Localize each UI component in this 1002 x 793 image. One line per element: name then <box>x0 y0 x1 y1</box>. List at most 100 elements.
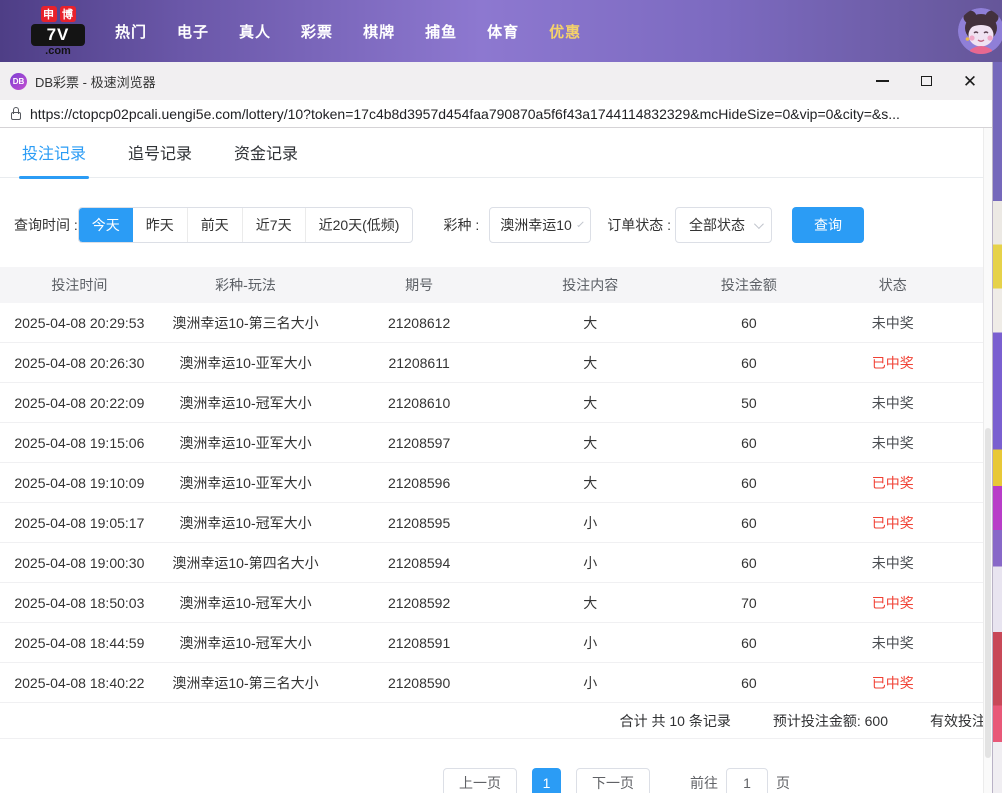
bet-status: 未中奖 <box>823 393 962 413</box>
table-row: 2025-04-08 18:40:22 澳洲幸运10-第三名大小 2120859… <box>0 663 992 703</box>
bet-time: 2025-04-08 19:00:30 <box>0 555 159 571</box>
logo-main: 7V <box>31 24 85 46</box>
next-page-button[interactable]: 下一页 <box>576 768 650 793</box>
address-bar[interactable]: https://ctopcp02pcali.uengi5e.com/lotter… <box>0 100 992 128</box>
close-button[interactable]: ✕ <box>948 62 992 100</box>
goto-page-input[interactable] <box>726 768 768 793</box>
window-controls: ✕ <box>860 62 992 100</box>
game-playtype: 澳洲幸运10-第三名大小 <box>159 673 333 693</box>
time-filter-7days[interactable]: 近7天 <box>242 208 305 242</box>
col-status: 状态 <box>823 275 962 295</box>
lottery-select-value: 澳洲幸运10 <box>500 215 572 235</box>
browser-window: DB DB彩票 - 极速浏览器 ✕ https://ctopcp02pcali.… <box>0 62 993 793</box>
nav-item-live[interactable]: 真人 <box>224 21 286 42</box>
issue-number: 21208596 <box>332 475 506 491</box>
nav-item-promo[interactable]: 优惠 <box>534 21 596 42</box>
time-filter-yesterday[interactable]: 昨天 <box>133 208 187 242</box>
issue-number: 21208612 <box>332 315 506 331</box>
table-row: 2025-04-08 19:05:17 澳洲幸运10-冠军大小 21208595… <box>0 503 992 543</box>
bet-content: 小 <box>506 633 675 653</box>
order-status-select[interactable]: 全部状态 <box>675 207 772 243</box>
bet-status: 已中奖 <box>823 673 962 693</box>
time-filter-today[interactable]: 今天 <box>79 208 133 242</box>
time-filter-2days-ago[interactable]: 前天 <box>187 208 242 242</box>
logo-badges: 申 博 <box>41 6 76 22</box>
table-row: 2025-04-08 19:00:30 澳洲幸运10-第四名大小 2120859… <box>0 543 992 583</box>
minimize-button[interactable] <box>860 62 904 100</box>
tab-bet-records[interactable]: 投注记录 <box>22 140 86 177</box>
nav-item-cards[interactable]: 棋牌 <box>348 21 410 42</box>
current-page-button[interactable]: 1 <box>532 768 561 793</box>
lottery-select[interactable]: 澳洲幸运10 <box>489 207 591 243</box>
time-filter-20days[interactable]: 近20天(低频) <box>305 208 413 242</box>
table-row: 2025-04-08 18:50:03 澳洲幸运10-冠军大小 21208592… <box>0 583 992 623</box>
bet-content: 大 <box>506 593 675 613</box>
col-game-play: 彩种-玩法 <box>159 275 333 295</box>
game-playtype: 澳洲幸运10-第四名大小 <box>159 553 333 573</box>
nav-item-slots[interactable]: 电子 <box>162 21 224 42</box>
col-issue: 期号 <box>332 275 506 295</box>
issue-number: 21208595 <box>332 515 506 531</box>
bet-content: 大 <box>506 393 675 413</box>
avatar-illustration <box>958 8 1002 54</box>
bet-status: 未中奖 <box>823 553 962 573</box>
bet-time: 2025-04-08 19:10:09 <box>0 475 159 491</box>
table-body: 2025-04-08 20:29:53 澳洲幸运10-第三名大小 2120861… <box>0 303 992 703</box>
game-playtype: 澳洲幸运10-亚军大小 <box>159 473 333 493</box>
page-suffix-label: 页 <box>776 773 790 793</box>
browser-titlebar: DB DB彩票 - 极速浏览器 ✕ <box>0 62 992 100</box>
nav-item-lottery[interactable]: 彩票 <box>286 21 348 42</box>
bet-amount: 60 <box>675 635 824 651</box>
bet-status: 未中奖 <box>823 433 962 453</box>
maximize-icon <box>921 76 932 86</box>
background-page-strip <box>993 62 1002 793</box>
tab-fund-records[interactable]: 资金记录 <box>234 140 298 177</box>
bet-amount: 60 <box>675 515 824 531</box>
bet-time: 2025-04-08 19:05:17 <box>0 515 159 531</box>
bet-content: 大 <box>506 313 675 333</box>
screen: 申 博 7V .com 热门 电子 真人 彩票 棋牌 捕鱼 体育 优惠 <box>0 0 1002 793</box>
bet-content: 大 <box>506 433 675 453</box>
chevron-down-icon <box>577 220 584 227</box>
logo-badge-1: 申 <box>41 6 57 22</box>
table-row: 2025-04-08 19:15:06 澳洲幸运10-亚军大小 21208597… <box>0 423 992 463</box>
pagination: 上一页 1 下一页 前往 页 <box>0 768 992 793</box>
scrollbar[interactable] <box>983 128 992 793</box>
site-logo[interactable]: 申 博 7V .com <box>30 6 86 57</box>
bet-time: 2025-04-08 20:22:09 <box>0 395 159 411</box>
game-playtype: 澳洲幸运10-冠军大小 <box>159 593 333 613</box>
user-avatar[interactable] <box>958 8 1002 54</box>
logo-badge-2: 博 <box>60 6 76 22</box>
maximize-button[interactable] <box>904 62 948 100</box>
issue-number: 21208591 <box>332 635 506 651</box>
record-tabs: 投注记录 追号记录 资金记录 <box>0 140 992 178</box>
chevron-down-icon <box>754 219 764 229</box>
prev-page-button[interactable]: 上一页 <box>443 768 517 793</box>
nav-item-hot[interactable]: 热门 <box>100 21 162 42</box>
issue-number: 21208610 <box>332 395 506 411</box>
bet-time: 2025-04-08 18:40:22 <box>0 675 159 691</box>
nav-item-sports[interactable]: 体育 <box>472 21 534 42</box>
issue-number: 21208590 <box>332 675 506 691</box>
search-button[interactable]: 查询 <box>792 207 864 243</box>
game-playtype: 澳洲幸运10-冠军大小 <box>159 393 333 413</box>
tab-chase-records[interactable]: 追号记录 <box>128 140 192 177</box>
game-playtype: 澳洲幸运10-亚军大小 <box>159 353 333 373</box>
nav-item-fishing[interactable]: 捕鱼 <box>410 21 472 42</box>
bet-status: 未中奖 <box>823 633 962 653</box>
status-select-label: 订单状态 : <box>607 215 671 235</box>
time-filter-group: 今天 昨天 前天 近7天 近20天(低频) <box>78 207 414 243</box>
summary-expected: 预计投注金额: 600 <box>773 711 888 731</box>
game-playtype: 澳洲幸运10-冠军大小 <box>159 513 333 533</box>
table-row: 2025-04-08 19:10:09 澳洲幸运10-亚军大小 21208596… <box>0 463 992 503</box>
bet-content: 小 <box>506 513 675 533</box>
bet-content: 小 <box>506 673 675 693</box>
bet-time: 2025-04-08 19:15:06 <box>0 435 159 451</box>
table-row: 2025-04-08 20:29:53 澳洲幸运10-第三名大小 2120861… <box>0 303 992 343</box>
summary-bar: 合计 共 10 条记录 预计投注金额: 600 有效投注金额 <box>0 703 993 739</box>
bet-content: 小 <box>506 553 675 573</box>
col-bet-amount: 投注金额 <box>675 275 824 295</box>
lock-icon <box>11 112 21 120</box>
page-content: 投注记录 追号记录 资金记录 查询时间 : 今天 昨天 前天 近7天 近20天(… <box>0 140 992 793</box>
scrollbar-thumb[interactable] <box>985 428 991 758</box>
